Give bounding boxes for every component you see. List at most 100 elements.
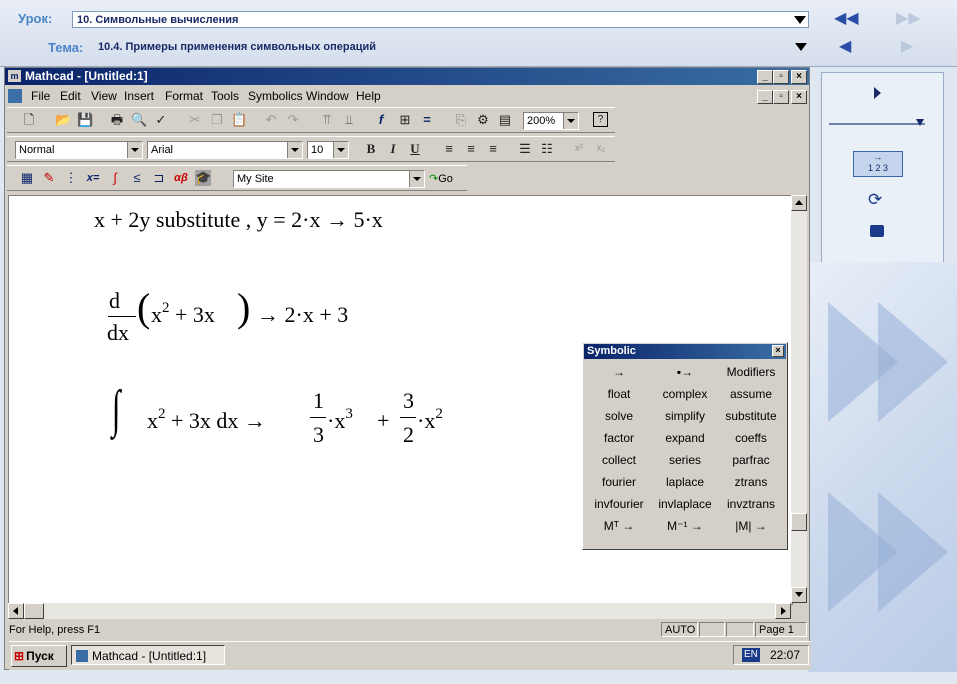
superscript-icon[interactable]: x² <box>571 141 587 157</box>
bullets-icon[interactable]: ☰ <box>517 141 533 157</box>
symbolic-collect-button[interactable]: collect <box>587 450 651 470</box>
resource-center-icon[interactable]: ▤ <box>497 112 513 128</box>
print-icon[interactable] <box>870 225 884 237</box>
calculator-icon[interactable]: ▦ <box>19 170 35 186</box>
evaluation-icon[interactable]: x= <box>85 170 101 186</box>
symbolic-invztrans-button[interactable]: invztrans <box>719 494 783 514</box>
play-icon[interactable] <box>874 87 881 99</box>
expression-substitute[interactable]: x + 2y substitute , y = 2·x → 5·x <box>94 207 383 233</box>
horizontal-scrollbar[interactable] <box>8 603 791 619</box>
align-center-icon[interactable]: ≡ <box>463 141 479 157</box>
topic-select[interactable]: 10.4. Примеры применения символьных опер… <box>94 39 809 56</box>
symbolic-keyword-evaluate-button[interactable]: ▪→ <box>653 362 717 382</box>
first-lesson-button[interactable]: ◀◀ <box>834 10 859 28</box>
minimize-button[interactable]: _ <box>757 70 773 84</box>
symbolic-float-button[interactable]: float <box>587 384 651 404</box>
cut-icon[interactable]: ✂ <box>187 112 203 128</box>
calculate-icon[interactable]: = <box>419 112 435 128</box>
symbolic-simplify-button[interactable]: simplify <box>653 406 717 426</box>
programming-icon[interactable]: ⊐ <box>151 170 167 186</box>
font-size-select[interactable]: 10 <box>307 141 349 159</box>
menu-help[interactable]: Help <box>356 87 381 105</box>
print-preview-icon[interactable]: 🔍 <box>131 112 147 128</box>
redo-icon[interactable]: ↷ <box>285 112 301 128</box>
subscript-icon[interactable]: x₂ <box>593 141 609 157</box>
doc-minimize-button[interactable]: _ <box>757 90 773 104</box>
vertical-scrollbar[interactable] <box>791 195 807 603</box>
hscroll-thumb[interactable] <box>24 603 44 619</box>
symbolic-coeffs-button[interactable]: coeffs <box>719 428 783 448</box>
go-button[interactable]: ↷Go <box>429 171 453 187</box>
component-wizard-icon[interactable]: ⚙ <box>475 112 491 128</box>
symbolic-assume-button[interactable]: assume <box>719 384 783 404</box>
symbolic-icon[interactable]: 🎓 <box>195 170 211 186</box>
symbolic-substitute-button[interactable]: substitute <box>719 406 783 426</box>
scroll-down-button[interactable] <box>791 587 807 603</box>
language-indicator[interactable]: EN <box>742 648 760 662</box>
align-top-icon[interactable]: ⫪ <box>319 112 335 128</box>
symbolic-determinant-button[interactable]: |M| → <box>719 516 783 536</box>
insert-unit-icon[interactable]: ⊞ <box>397 112 413 128</box>
scroll-left-button[interactable] <box>8 603 24 619</box>
save-icon[interactable]: 💾 <box>77 112 93 128</box>
close-icon[interactable]: × <box>772 345 784 357</box>
document-icon[interactable] <box>8 89 22 103</box>
zoom-select[interactable]: 200% <box>523 112 579 130</box>
progress-track[interactable] <box>829 123 925 125</box>
calc-mode-icon[interactable]: → 1 2 3 <box>853 151 903 177</box>
symbolic-modifiers-button[interactable]: Modifiers <box>719 362 783 382</box>
style-select[interactable]: Normal <box>15 141 143 159</box>
symbolic-evaluate-symbolic-button[interactable]: → <box>587 362 651 382</box>
last-lesson-button[interactable]: ▶▶ <box>896 10 921 28</box>
new-icon[interactable]: 🗋 <box>21 112 37 128</box>
symbolic-laplace-button[interactable]: laplace <box>653 472 717 492</box>
taskbar-mathcad-button[interactable]: Mathcad - [Untitled:1] <box>71 645 225 665</box>
font-select[interactable]: Arial <box>147 141 303 159</box>
symbolic-transpose-button[interactable]: Mᵀ → <box>587 516 651 536</box>
spellcheck-icon[interactable]: ✓ <box>153 112 169 128</box>
scroll-right-button[interactable] <box>775 603 791 619</box>
bold-button[interactable]: B <box>363 141 379 157</box>
calculus-icon[interactable]: ∫ <box>107 170 123 186</box>
symbolic-ztrans-button[interactable]: ztrans <box>719 472 783 492</box>
italic-button[interactable]: I <box>385 141 401 157</box>
lesson-select[interactable]: 10. Символьные вычисления <box>72 11 809 28</box>
greek-icon[interactable]: αβ <box>173 170 189 186</box>
maximize-button[interactable]: ▫ <box>773 70 789 84</box>
symbolic-complex-button[interactable]: complex <box>653 384 717 404</box>
symbolic-parfrac-button[interactable]: parfrac <box>719 450 783 470</box>
align-right-icon[interactable]: ≡ <box>485 141 501 157</box>
scroll-up-button[interactable] <box>791 195 807 211</box>
menu-symbolics[interactable]: Symbolics <box>248 87 303 105</box>
paste-icon[interactable]: 📋 <box>231 112 247 128</box>
prev-topic-button[interactable]: ◀ <box>839 38 851 56</box>
numbering-icon[interactable]: ☷ <box>539 141 555 157</box>
matrix-icon[interactable]: ⋮ <box>63 170 79 186</box>
copy-icon[interactable]: ❐ <box>209 112 225 128</box>
align-left-icon[interactable]: ≡ <box>441 141 457 157</box>
menu-insert[interactable]: Insert <box>124 87 154 105</box>
help-icon[interactable]: ? <box>593 112 608 127</box>
symbolic-invfourier-button[interactable]: invfourier <box>587 494 651 514</box>
symbolic-factor-button[interactable]: factor <box>587 428 651 448</box>
insert-hyperlink-icon[interactable]: ⎘ <box>453 112 469 128</box>
symbolic-titlebar[interactable]: Symbolic × <box>584 344 786 359</box>
refresh-icon[interactable]: ⟳ <box>868 190 882 210</box>
symbolic-solve-button[interactable]: solve <box>587 406 651 426</box>
insert-function-icon[interactable]: f <box>373 112 389 128</box>
progress-handle[interactable] <box>916 119 924 126</box>
boolean-icon[interactable]: ≤ <box>129 170 145 186</box>
scroll-thumb[interactable] <box>791 513 807 531</box>
doc-close-button[interactable]: × <box>791 90 807 104</box>
underline-button[interactable]: U <box>407 141 423 157</box>
symbolic-expand-button[interactable]: expand <box>653 428 717 448</box>
symbolic-series-button[interactable]: series <box>653 450 717 470</box>
menu-format[interactable]: Format <box>165 87 203 105</box>
menu-file[interactable]: File <box>31 87 50 105</box>
graph-icon[interactable]: ✎ <box>41 170 57 186</box>
symbolic-invlaplace-button[interactable]: invlaplace <box>653 494 717 514</box>
close-button[interactable]: × <box>791 70 807 84</box>
open-icon[interactable]: 📂 <box>55 112 71 128</box>
resource-select[interactable]: My Site <box>233 170 425 188</box>
next-topic-button[interactable]: ▶ <box>901 38 913 56</box>
